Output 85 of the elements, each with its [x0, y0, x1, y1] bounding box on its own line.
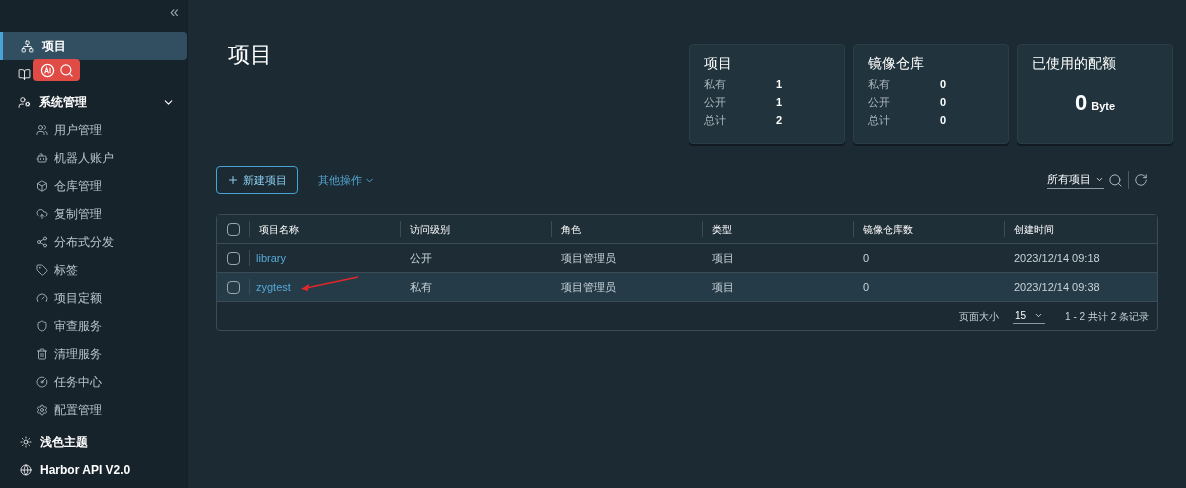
robot-icon	[36, 152, 48, 164]
table-cell: 私有	[410, 280, 432, 293]
share-icon	[36, 236, 48, 248]
sidebar-item[interactable]: 用户管理	[0, 116, 187, 144]
search-icon	[58, 62, 74, 78]
column-header[interactable]: 角色	[561, 221, 581, 237]
stat-label: 私有	[704, 77, 727, 92]
sidebar-item[interactable]: 审查服务	[0, 312, 187, 340]
page-title: 项目	[227, 41, 272, 69]
stat-label: 总计	[704, 113, 727, 128]
trash-icon	[36, 348, 48, 360]
table-row[interactable]: zygtest 私有 项目管理员 项目 0 2023/12/14 09:38	[217, 273, 1157, 302]
checkbox[interactable]	[226, 222, 240, 236]
card-title: 已使用的配额	[1032, 54, 1117, 73]
stat-label: 公开	[868, 95, 891, 110]
cloud-icon	[36, 208, 48, 220]
gauge-icon	[36, 292, 48, 304]
sidebar-item[interactable]: 复制管理	[0, 200, 187, 228]
sidebar-item[interactable]: 仓库管理	[0, 172, 187, 200]
table-cell: 0	[863, 280, 870, 293]
sidebar-item[interactable]: 机器人账户	[0, 144, 187, 172]
stat-value: 2	[776, 113, 783, 128]
sidebar-item[interactable]: 任务中心	[0, 368, 187, 396]
ai-search-badge[interactable]	[33, 59, 80, 81]
tag-icon	[36, 264, 48, 276]
plus-icon	[227, 174, 239, 186]
box-icon	[36, 180, 48, 192]
project-link[interactable]: library	[256, 249, 286, 267]
sidebar-item[interactable]: 分布式分发	[0, 228, 187, 256]
column-header[interactable]: 访问级别	[410, 221, 450, 237]
table-cell: 2023/12/14 09:18	[1014, 251, 1100, 264]
stat-value: 1	[776, 95, 783, 110]
sun-icon	[20, 436, 32, 448]
sidebar-item[interactable]: 标签	[0, 256, 187, 284]
table-cell: 项目管理员	[561, 280, 616, 293]
checkbox[interactable]	[226, 280, 240, 294]
stat-label: 公开	[704, 95, 727, 110]
sidebar-item[interactable]: 清理服务	[0, 340, 187, 368]
column-header[interactable]: 创建时间	[1014, 221, 1054, 237]
sidebar-footer-item[interactable]: Harbor API V2.0	[0, 456, 187, 484]
search-icon[interactable]	[1108, 172, 1123, 188]
stat-value: 1	[776, 77, 783, 92]
column-header[interactable]: 类型	[712, 221, 732, 237]
gear-icon	[36, 404, 48, 416]
shield-icon	[36, 320, 48, 332]
user-gear-icon	[18, 95, 31, 109]
column-header[interactable]: 镜像仓库数	[863, 221, 913, 237]
users-icon	[36, 124, 48, 136]
card-title: 镜像仓库	[868, 54, 925, 73]
sidebar-footer-item[interactable]: 浅色主题	[0, 428, 187, 456]
quota-unit: Byte	[1091, 99, 1116, 114]
network-icon	[21, 39, 34, 53]
table-cell: 项目	[712, 251, 734, 264]
stat-label: 总计	[868, 113, 891, 128]
sidebar-group[interactable]: 系统管理	[0, 88, 187, 116]
stat-value: 0	[940, 113, 947, 128]
table-cell: 2023/12/14 09:38	[1014, 280, 1100, 293]
sidebar-item[interactable]: 项目	[0, 32, 187, 60]
dashboard-icon	[36, 376, 48, 388]
more-actions-button[interactable]: 其他操作	[318, 171, 375, 189]
refresh-icon[interactable]	[1134, 173, 1148, 187]
collapse-button[interactable]: «	[170, 4, 179, 32]
project-link[interactable]: zygtest	[256, 278, 291, 296]
sidebar-item[interactable]: 配置管理	[0, 396, 187, 424]
column-header[interactable]: 项目名称	[259, 221, 299, 237]
filter-dropdown[interactable]: 所有项目	[1047, 170, 1104, 190]
sidebar-item[interactable]: 项目定额	[0, 284, 187, 312]
new-project-button[interactable]: 新建项目	[216, 166, 298, 194]
table-cell: 公开	[410, 251, 432, 264]
quota-value: 0	[1074, 89, 1088, 117]
pagination-summary: 1 - 2 共计 2 条记录	[1065, 309, 1149, 324]
page-size-label: 页面大小	[958, 309, 999, 324]
page-size-select[interactable]: 15	[1012, 308, 1046, 324]
table-cell: 项目	[712, 280, 734, 293]
table-cell: 项目管理员	[561, 251, 616, 264]
stat-label: 私有	[868, 77, 891, 92]
globe-icon	[20, 464, 32, 476]
ai-icon	[39, 62, 55, 78]
table-cell: 0	[863, 251, 870, 264]
book-icon	[18, 67, 31, 81]
stat-value: 0	[940, 77, 947, 92]
chevron-icon	[1034, 311, 1044, 320]
card-title: 项目	[704, 54, 733, 73]
stat-value: 0	[940, 95, 947, 110]
checkbox[interactable]	[226, 251, 240, 265]
